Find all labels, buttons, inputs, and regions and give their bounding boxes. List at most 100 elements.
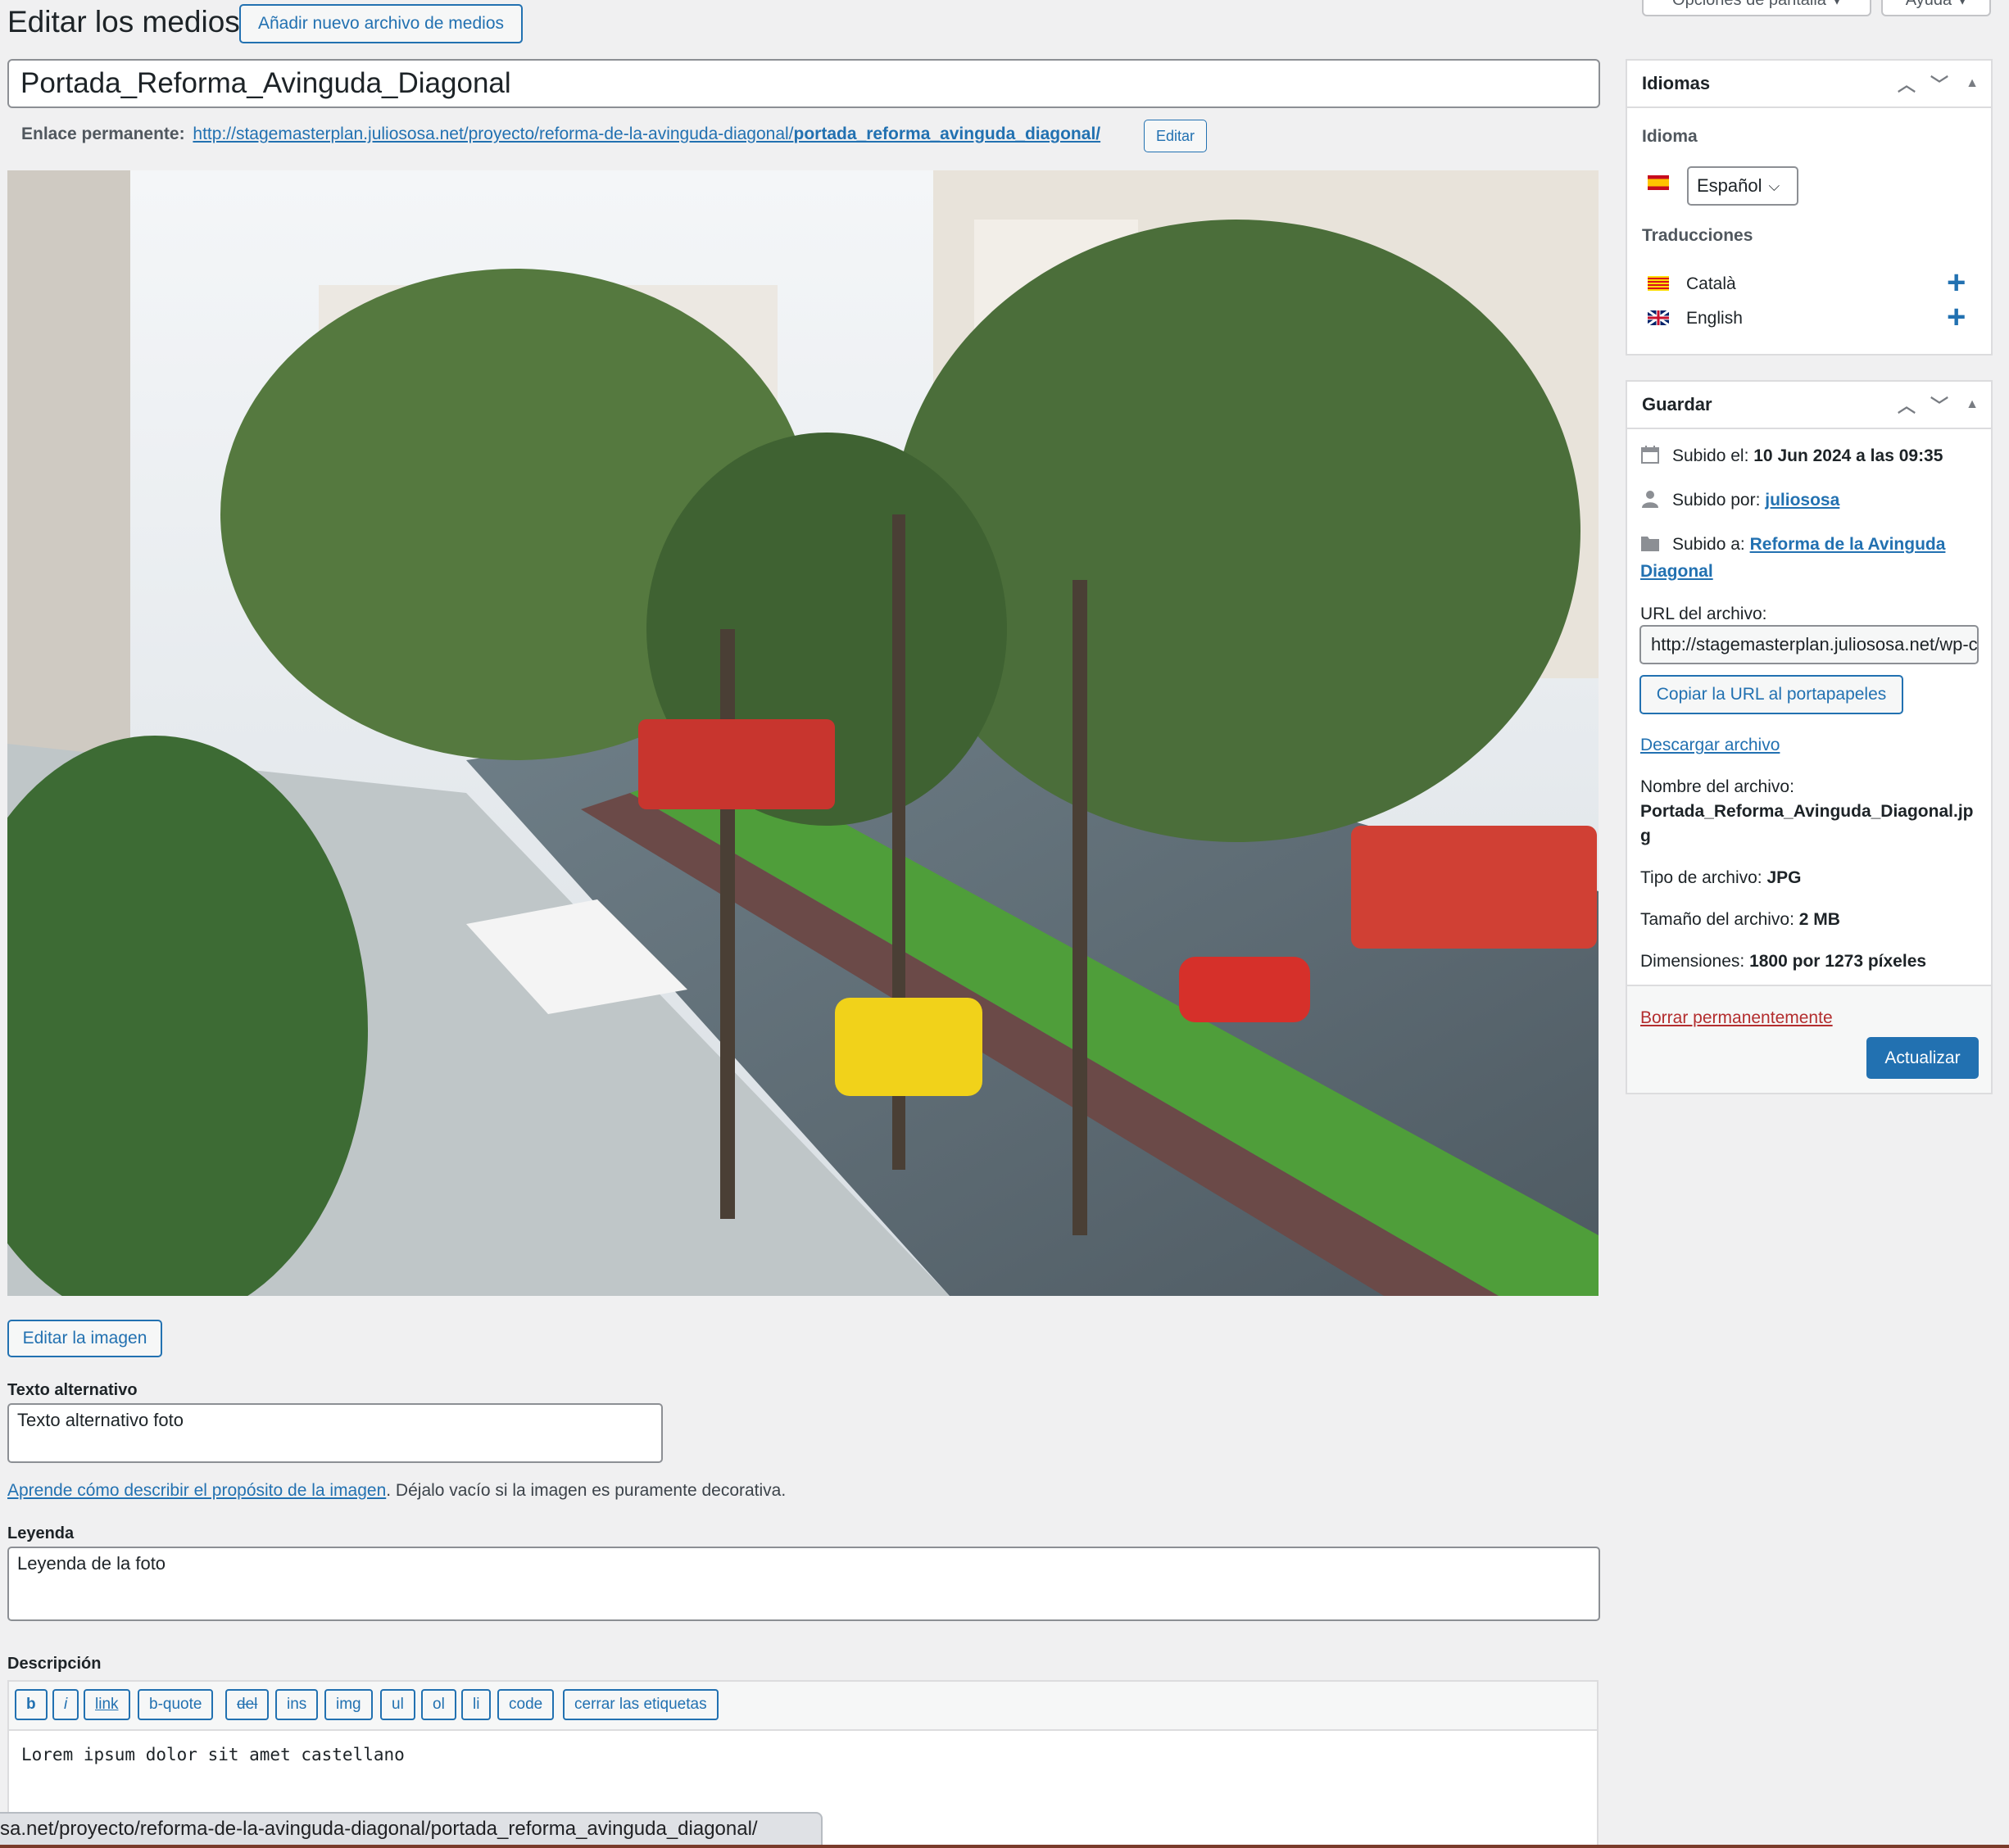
- permalink-link[interactable]: http://stagemasterplan.juliososa.net/pro…: [193, 125, 1100, 143]
- uploaded-by-link[interactable]: juliososa: [1765, 491, 1839, 510]
- file-type-label: Tipo de archivo:: [1640, 868, 1762, 887]
- help-tab[interactable]: Ayuda ▾: [1881, 0, 1991, 16]
- quicktag-blockquote-button[interactable]: b-quote: [138, 1689, 214, 1720]
- uploaded-by-row: Subido por: juliososa: [1672, 491, 1839, 510]
- folder-icon: [1640, 534, 1660, 552]
- file-url-label: URL del archivo:: [1640, 605, 1767, 623]
- language-label: Idioma: [1642, 127, 1698, 146]
- move-up-icon[interactable]: ︿: [1896, 392, 1917, 418]
- alt-text-value: Texto alternativo foto: [17, 1410, 184, 1430]
- status-bar-url-text: sa.net/proyecto/reforma-de-la-avinguda-d…: [0, 1818, 758, 1840]
- quicktag-ol-button[interactable]: ol: [421, 1689, 456, 1720]
- file-url-field[interactable]: http://stagemasterplan.juliososa.net/wp-…: [1639, 625, 1979, 664]
- file-size-row: Tamaño del archivo: 2 MB: [1640, 910, 1840, 930]
- add-translation-english-icon[interactable]: +: [1947, 301, 1966, 333]
- quicktag-del-button[interactable]: del: [225, 1689, 270, 1720]
- uploaded-on-label: Subido el:: [1672, 446, 1749, 465]
- update-button[interactable]: Actualizar: [1866, 1037, 1979, 1079]
- download-file-link[interactable]: Descargar archivo: [1640, 736, 1780, 755]
- spanish-flag-icon: [1648, 175, 1669, 190]
- description-value: Lorem ipsum dolor sit amet castellano: [21, 1745, 405, 1764]
- description-textarea[interactable]: Lorem ipsum dolor sit amet castellano: [21, 1745, 405, 1764]
- copy-url-button[interactable]: Copiar la URL al portapapeles: [1639, 675, 1903, 714]
- permalink-slug: portada_reforma_avinguda_diagonal/: [793, 125, 1101, 143]
- title-input[interactable]: Portada_Reforma_Avinguda_Diagonal: [7, 59, 1600, 108]
- quicktag-close-tags-button[interactable]: cerrar las etiquetas: [563, 1689, 719, 1720]
- dimensions-value: 1800 por 1273 píxeles: [1749, 952, 1927, 971]
- move-down-icon[interactable]: ﹀: [1929, 70, 1950, 97]
- quicktag-li-button[interactable]: li: [461, 1689, 492, 1720]
- add-translation-catalan-icon[interactable]: +: [1947, 266, 1966, 299]
- permalink-edit-button[interactable]: Editar: [1144, 120, 1207, 152]
- quicktag-ins-button[interactable]: ins: [275, 1689, 319, 1720]
- file-name-value-line2: g: [1640, 827, 1651, 845]
- caption-value: Leyenda de la foto: [17, 1553, 166, 1574]
- title-input-value: Portada_Reforma_Avinguda_Diagonal: [20, 67, 511, 99]
- chevron-down-icon: ⌵: [1768, 177, 1780, 194]
- help-label: Ayuda: [1905, 0, 1952, 9]
- page-title: Editar los medios: [7, 5, 240, 38]
- screen-options-tab[interactable]: Opciones de pantalla ▾: [1642, 0, 1871, 16]
- uk-flag-icon: [1647, 309, 1670, 327]
- file-type-row: Tipo de archivo: JPG: [1640, 868, 1802, 888]
- bottom-edge-line: [0, 1845, 2009, 1848]
- permalink-row: Enlace permanente: http://stagemasterpla…: [21, 125, 1100, 144]
- languages-panel-title: Idiomas: [1642, 73, 1711, 93]
- quicktag-italic-button[interactable]: i: [52, 1689, 79, 1720]
- uploaded-to-link[interactable]: Reforma de la Avinguda: [1750, 535, 1946, 554]
- translation-catalan-label: Català: [1686, 274, 1736, 293]
- uploaded-on-row: Subido el: 10 Jun 2024 a las 09:35: [1672, 446, 1943, 466]
- translation-english-label: English: [1686, 309, 1743, 328]
- move-up-icon[interactable]: ︿: [1896, 70, 1917, 97]
- file-url-value: http://stagemasterplan.juliososa.net/wp-…: [1651, 634, 1978, 654]
- uploaded-to-link-line2[interactable]: Diagonal: [1640, 562, 1713, 582]
- quicktag-link-button[interactable]: link: [84, 1689, 130, 1720]
- uploaded-by-label: Subido por:: [1672, 491, 1761, 510]
- alt-text-help-link[interactable]: Aprende cómo describir el propósito de l…: [7, 1481, 386, 1500]
- add-new-media-button[interactable]: Añadir nuevo archivo de medios: [239, 4, 523, 43]
- alt-text-field[interactable]: Texto alternativo foto: [7, 1403, 663, 1463]
- file-name-label: Nombre del archivo:: [1640, 777, 1794, 796]
- collapse-toggle-icon[interactable]: ▲: [1961, 397, 1983, 412]
- save-panel-title: Guardar: [1642, 394, 1712, 414]
- permalink-base: http://stagemasterplan.juliososa.net/pro…: [193, 125, 794, 143]
- file-type-value: JPG: [1766, 868, 1802, 887]
- chevron-down-icon: ▾: [1958, 0, 1967, 9]
- caption-field[interactable]: Leyenda de la foto: [7, 1547, 1600, 1621]
- dimensions-label: Dimensiones:: [1640, 952, 1745, 971]
- catalan-flag-icon: [1648, 276, 1669, 291]
- languages-panel: Idiomas ︿ ﹀ ▲: [1626, 59, 1993, 356]
- caption-label: Leyenda: [7, 1524, 75, 1542]
- move-down-icon[interactable]: ﹀: [1929, 392, 1950, 418]
- media-image: [7, 170, 1599, 1296]
- language-select[interactable]: Español ⌵: [1687, 166, 1798, 206]
- quicktag-img-button[interactable]: img: [324, 1689, 373, 1720]
- quicktag-code-button[interactable]: code: [497, 1689, 555, 1720]
- uploaded-on-value: 10 Jun 2024 a las 09:35: [1753, 446, 1943, 465]
- chevron-down-icon: ▾: [1832, 0, 1841, 9]
- uploaded-to-row: Subido a: Reforma de la Avinguda: [1672, 535, 1945, 555]
- quicktag-ul-button[interactable]: ul: [380, 1689, 415, 1720]
- calendar-icon: [1640, 445, 1660, 464]
- permalink-label: Enlace permanente:: [21, 125, 185, 143]
- language-select-value: Español: [1697, 175, 1762, 196]
- file-size-label: Tamaño del archivo:: [1640, 910, 1794, 929]
- screen-options-label: Opciones de pantalla: [1672, 0, 1826, 9]
- collapse-toggle-icon[interactable]: ▲: [1961, 76, 1983, 91]
- alt-text-label: Texto alternativo: [7, 1381, 138, 1399]
- file-size-value: 2 MB: [1798, 910, 1840, 929]
- description-label: Descripción: [7, 1655, 102, 1673]
- status-bar-url: sa.net/proyecto/reforma-de-la-avinguda-d…: [0, 1812, 823, 1846]
- user-icon: [1640, 489, 1660, 509]
- alt-text-help-text: . Déjalo vacío si la imagen es puramente…: [386, 1481, 787, 1500]
- languages-panel-header: Idiomas ︿ ﹀ ▲: [1627, 61, 1991, 108]
- save-panel-header: Guardar ︿ ﹀ ▲: [1627, 382, 1991, 429]
- delete-permanently-link[interactable]: Borrar permanentemente: [1640, 1008, 1833, 1028]
- file-name-value-line1: Portada_Reforma_Avinguda_Diagonal.jp: [1640, 802, 1974, 821]
- translations-label: Traducciones: [1642, 226, 1753, 245]
- edit-image-button[interactable]: Editar la imagen: [7, 1320, 162, 1357]
- dimensions-row: Dimensiones: 1800 por 1273 píxeles: [1640, 952, 1926, 972]
- uploaded-to-label: Subido a:: [1672, 535, 1745, 554]
- alt-text-help: Aprende cómo describir el propósito de l…: [7, 1481, 786, 1501]
- quicktag-bold-button[interactable]: b: [15, 1689, 48, 1720]
